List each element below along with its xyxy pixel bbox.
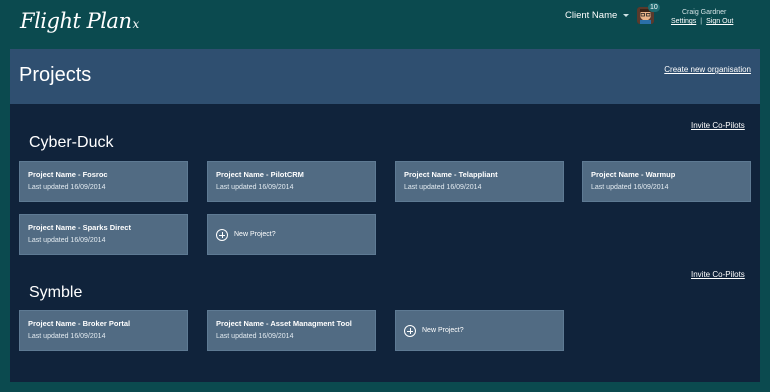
project-name: Project Name - Asset Managment Tool [216,319,352,328]
chevron-down-icon [623,14,630,17]
project-card[interactable]: Project Name - Telappliant Last updated … [395,161,564,202]
project-updated: Last updated 16/09/2014 [28,333,106,340]
projects-content: Invite Co-Pilots Cyber-Duck Project Name… [10,104,760,382]
user-name: Craig Gardner [682,9,727,16]
project-name: Project Name - Warmup [591,170,676,179]
logo-suffix: x [132,17,139,31]
project-card[interactable]: Project Name - Fosroc Last updated 16/09… [19,161,188,202]
settings-link[interactable]: Settings [671,17,696,26]
client-select[interactable]: Client Name [565,10,630,21]
organisation-title: Symble [29,284,83,301]
project-name: Project Name - Broker Portal [28,319,131,328]
new-project-label: New Project? [234,231,276,238]
logo-text: Flight Plan [20,9,132,33]
new-project-button[interactable]: New Project? [395,310,564,351]
project-name: Project Name - PilotCRM [216,170,304,179]
project-updated: Last updated 16/09/2014 [28,237,106,244]
project-name: Project Name - Sparks Direct [28,223,131,232]
invite-co-pilots-link[interactable]: Invite Co-Pilots [691,121,745,130]
project-name: Project Name - Fosroc [28,170,108,179]
organisation-title: Cyber-Duck [29,134,114,151]
project-card[interactable]: Project Name - Warmup Last updated 16/09… [582,161,751,202]
user-links: Settings | Sign Out [671,17,733,26]
project-updated: Last updated 16/09/2014 [591,184,669,191]
project-card[interactable]: Project Name - Sparks Direct Last update… [19,214,188,255]
notification-badge[interactable]: 10 [648,3,660,12]
project-updated: Last updated 16/09/2014 [404,184,482,191]
project-card[interactable]: Project Name - PilotCRM Last updated 16/… [207,161,376,202]
user-menu: Craig Gardner Settings | Sign Out [671,8,733,26]
link-separator: | [700,18,703,25]
project-card[interactable]: Project Name - Asset Managment Tool Last… [207,310,376,351]
flight-plan-logo[interactable]: Flight Planx [20,9,139,33]
project-card[interactable]: Project Name - Broker Portal Last update… [19,310,188,351]
project-name: Project Name - Telappliant [404,170,498,179]
sign-out-link[interactable]: Sign Out [706,17,733,26]
create-organisation-link[interactable]: Create new organisation [664,65,751,74]
project-updated: Last updated 16/09/2014 [216,333,294,340]
project-updated: Last updated 16/09/2014 [216,184,294,191]
invite-co-pilots-link[interactable]: Invite Co-Pilots [691,270,745,279]
new-project-button[interactable]: New Project? [207,214,376,255]
page-header: Projects Create new organisation [10,49,760,104]
plus-circle-icon [404,325,416,337]
new-project-label: New Project? [422,327,464,334]
client-select-label: Client Name [565,10,618,21]
plus-circle-icon [216,229,228,241]
project-updated: Last updated 16/09/2014 [28,184,106,191]
page-title: Projects [19,64,92,86]
